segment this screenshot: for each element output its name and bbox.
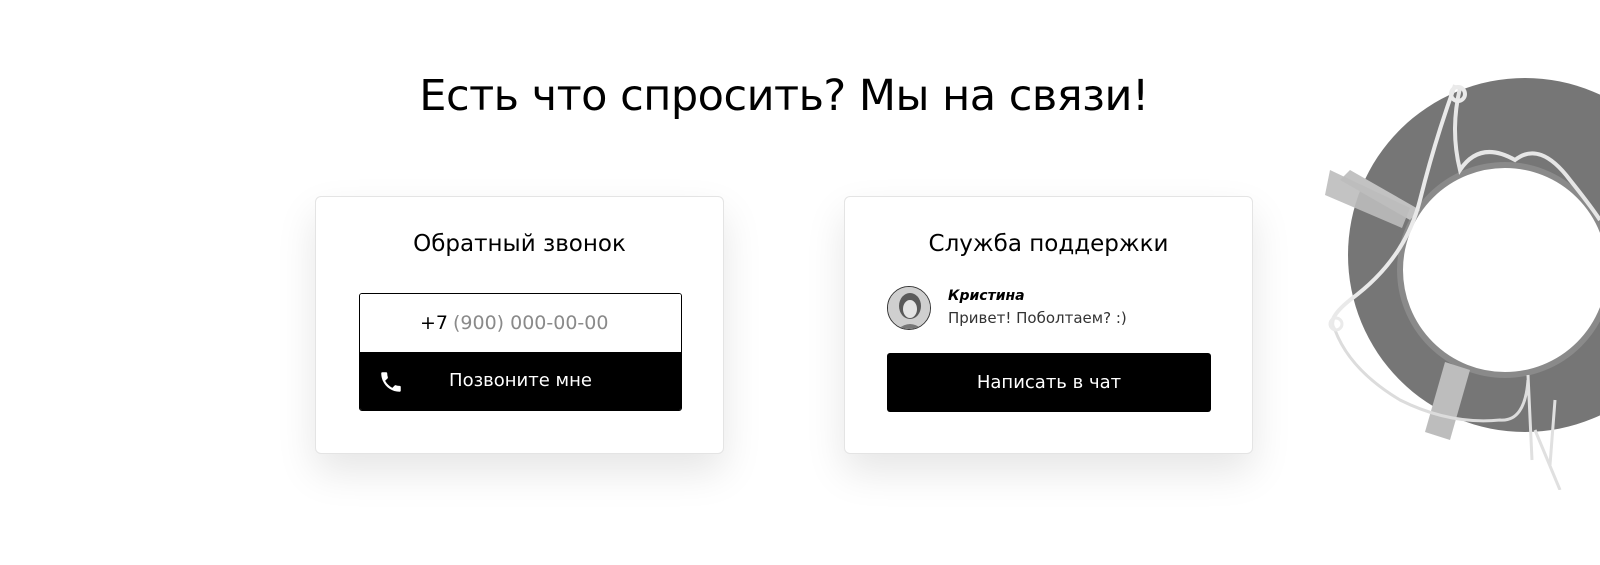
callback-title: Обратный звонок — [413, 231, 626, 257]
avatar — [887, 286, 931, 330]
agent-message: Привет! Поболтаем? :) — [948, 309, 1127, 327]
support-title: Служба поддержки — [928, 231, 1169, 257]
lifebuoy-image — [1325, 78, 1600, 490]
open-chat-button[interactable]: Написать в чат — [887, 353, 1211, 412]
call-me-button[interactable]: Позвоните мне — [360, 352, 681, 410]
callback-card: Обратный звонок +7 Позвоните мне — [315, 196, 724, 454]
call-me-label: Позвоните мне — [449, 370, 592, 391]
support-card: Служба поддержки Кристина Привет! Поболт… — [844, 196, 1253, 454]
phone-input[interactable] — [453, 308, 663, 338]
phone-input-row: +7 — [360, 294, 681, 352]
phone-prefix: +7 — [420, 312, 449, 334]
support-agent: Кристина Привет! Поболтаем? :) — [887, 286, 1217, 332]
agent-name: Кристина — [948, 288, 1025, 304]
callback-form: +7 Позвоните мне — [359, 293, 682, 411]
